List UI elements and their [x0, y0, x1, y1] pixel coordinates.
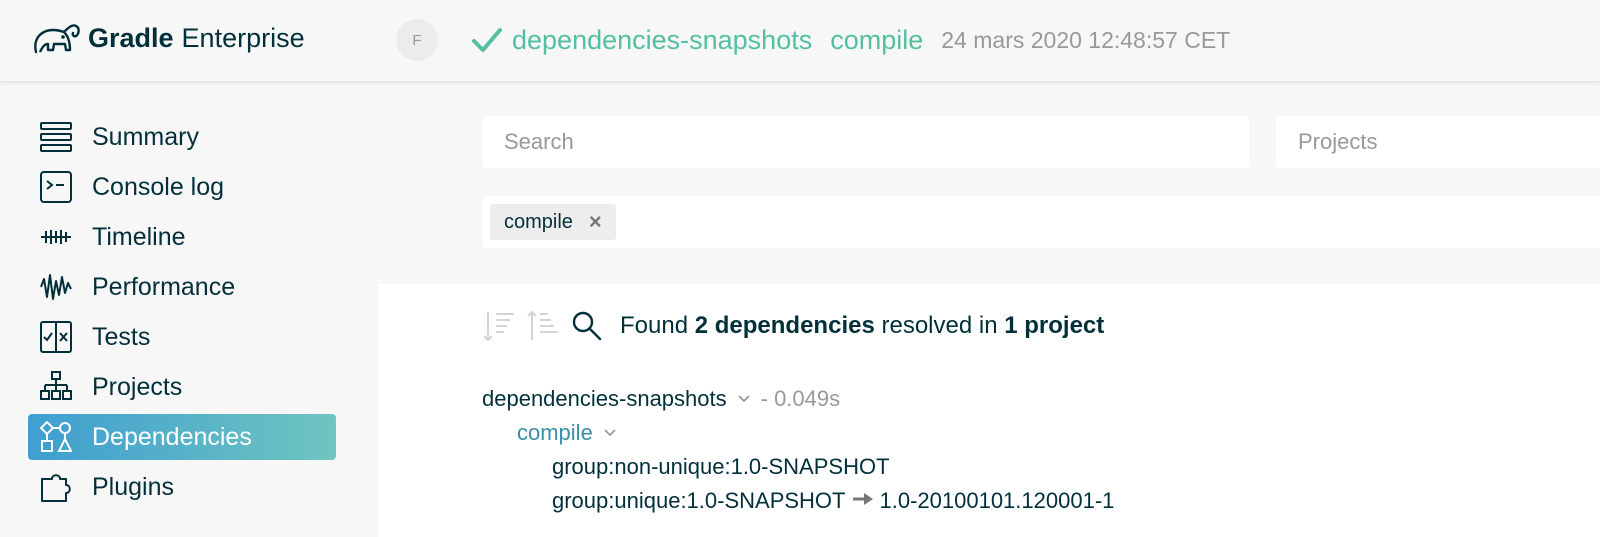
chevron-down-icon[interactable] [603, 425, 617, 441]
sort-descending-icon[interactable] [482, 309, 516, 343]
tree-dependency-row[interactable]: group:non-unique:1.0-SNAPSHOT [482, 450, 1114, 484]
close-icon[interactable]: × [589, 209, 602, 235]
sidebar-item-tests[interactable]: Tests [28, 314, 336, 360]
build-project-name[interactable]: dependencies-snapshots [512, 25, 812, 56]
puzzle-icon [39, 470, 73, 504]
hierarchy-icon [39, 370, 73, 404]
gradle-enterprise-logo[interactable]: Gradle Enterprise [30, 16, 305, 60]
dependencies-icon [39, 420, 73, 454]
sort-ascending-icon[interactable] [526, 309, 560, 343]
sidebar-item-label: Plugins [92, 472, 174, 501]
tree-configuration-row[interactable]: compile [482, 416, 1114, 450]
tree-project-name: dependencies-snapshots [482, 386, 727, 411]
sidebar-item-label: Performance [92, 272, 236, 301]
projects-filter[interactable]: Projects [1276, 116, 1600, 168]
terminal-icon [39, 170, 73, 204]
dependency-tree: dependencies-snapshots - 0.049s compile … [482, 382, 1114, 518]
sidebar-item-console-log[interactable]: Console log [28, 164, 336, 210]
tag-filter-bar[interactable]: compile × [482, 196, 1600, 248]
top-header: Gradle Enterprise F dependencies-snapsho… [0, 0, 1600, 82]
tree-project-row[interactable]: dependencies-snapshots - 0.049s [482, 382, 1114, 416]
chevron-down-icon[interactable] [737, 391, 751, 407]
search-input[interactable] [482, 116, 1249, 168]
timeline-icon [39, 220, 73, 254]
project-count: 1 project [1004, 312, 1105, 339]
build-timestamp: 24 mars 2020 12:48:57 CET [941, 26, 1231, 53]
logo-brand: Gradle [88, 22, 174, 53]
logo-product: Enterprise [181, 22, 305, 53]
sidebar-item-projects[interactable]: Projects [28, 364, 336, 410]
dependencies-panel: Found 2 dependencies resolved in 1 proje… [378, 284, 1600, 537]
dependency-resolved-version: 1.0-20100101.120001-1 [879, 488, 1115, 513]
resolution-duration: - 0.049s [760, 386, 841, 411]
sidebar-item-plugins[interactable]: Plugins [28, 464, 336, 510]
sidebar-item-label: Dependencies [92, 422, 252, 451]
tests-icon [39, 320, 73, 354]
dependency-name: group:non-unique:1.0-SNAPSHOT [552, 454, 890, 479]
resolved-in-text: resolved in [881, 312, 998, 339]
sidebar-nav: Summary Console log Timeline Performance… [28, 114, 336, 514]
list-icon [39, 120, 73, 154]
waveform-icon [39, 270, 73, 304]
sidebar-item-dependencies[interactable]: Dependencies [28, 414, 336, 460]
elephant-icon [34, 24, 80, 54]
sidebar-item-summary[interactable]: Summary [28, 114, 336, 160]
sidebar-item-timeline[interactable]: Timeline [28, 214, 336, 260]
found-prefix: Found [620, 312, 689, 339]
sidebar-item-label: Tests [92, 322, 151, 351]
sidebar-item-performance[interactable]: Performance [28, 264, 336, 310]
build-task-name[interactable]: compile [830, 25, 923, 56]
sidebar-item-label: Console log [92, 172, 225, 201]
magnifier-icon[interactable] [570, 309, 604, 343]
build-status: dependencies-snapshots compile 24 mars 2… [472, 20, 1230, 60]
sidebar-item-label: Summary [92, 122, 199, 151]
checkmark-icon [472, 28, 502, 52]
tree-configuration-name: compile [517, 420, 593, 445]
dependency-name: group:unique:1.0-SNAPSHOT [552, 488, 846, 513]
dependency-count: 2 dependencies [694, 312, 875, 339]
filter-tag-label: compile [504, 210, 573, 233]
results-toolbar: Found 2 dependencies resolved in 1 proje… [482, 306, 1104, 346]
results-summary: Found 2 dependencies resolved in 1 proje… [620, 312, 1104, 340]
tree-dependency-row[interactable]: group:unique:1.0-SNAPSHOT 1.0-20100101.1… [482, 484, 1114, 518]
arrow-right-icon [852, 490, 874, 513]
sidebar-item-label: Projects [92, 372, 183, 401]
user-avatar[interactable]: F [396, 19, 438, 61]
filter-tag-compile: compile × [490, 204, 616, 240]
sidebar-item-label: Timeline [92, 222, 186, 251]
